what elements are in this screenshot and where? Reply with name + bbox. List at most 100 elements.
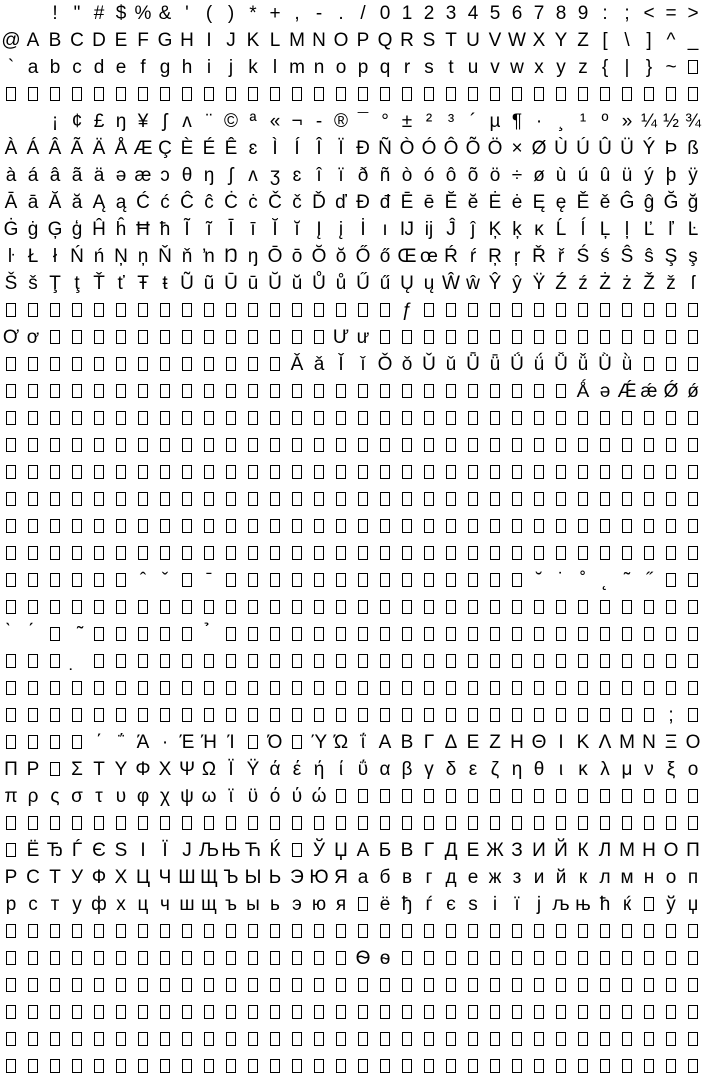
missing-glyph-box [462, 999, 484, 1026]
missing-glyph-box [660, 567, 682, 594]
missing-glyph-box [264, 594, 286, 621]
missing-glyph-box [528, 459, 550, 486]
glyph-cell: ǜ [621, 354, 633, 375]
glyph-cell: ÿ [688, 165, 698, 186]
missing-glyph-box [220, 540, 242, 567]
missing-glyph-box [132, 810, 154, 837]
missing-glyph-box [154, 945, 176, 972]
missing-glyph-box [462, 945, 484, 972]
glyph-row [0, 972, 704, 999]
missing-glyph-box [638, 621, 660, 648]
glyph-cell: ŋ [115, 111, 127, 132]
glyph-cell: Њ [221, 840, 241, 861]
glyph-cell: ľ [668, 219, 674, 240]
glyph-cell: І [140, 840, 146, 861]
missing-glyph-box [88, 405, 110, 432]
glyph-cell: б [379, 867, 391, 888]
missing-glyph-box [418, 567, 440, 594]
missing-glyph-box [154, 459, 176, 486]
glyph-cell: ʌ [182, 111, 192, 132]
glyph-cell: Ć [136, 192, 150, 213]
glyph-cell: ĺ [580, 219, 586, 240]
missing-glyph-box [22, 648, 44, 675]
missing-glyph-box [682, 702, 704, 729]
glyph-cell: ϋ [247, 786, 259, 807]
missing-glyph-box [396, 432, 418, 459]
missing-glyph-box [22, 729, 44, 756]
missing-glyph-box [176, 540, 198, 567]
glyph-cell: м [620, 867, 634, 888]
missing-glyph-box [572, 972, 594, 999]
missing-glyph-box [132, 972, 154, 999]
missing-glyph-box [528, 486, 550, 513]
missing-glyph-box [374, 918, 396, 945]
missing-glyph-box [550, 594, 572, 621]
glyph-cell: º [601, 111, 609, 132]
missing-glyph-box [396, 1026, 418, 1053]
glyph-cell: ° [381, 111, 389, 132]
glyph-cell: ˝ [645, 570, 653, 591]
glyph-cell: * [249, 3, 257, 24]
missing-glyph-box [528, 378, 550, 405]
missing-glyph-box [682, 459, 704, 486]
glyph-cell: ѕ [468, 894, 478, 915]
missing-glyph-box [88, 945, 110, 972]
glyph-cell: Ų [400, 273, 414, 294]
glyph-cell: r [403, 57, 411, 78]
missing-glyph-box [396, 810, 418, 837]
missing-glyph-box [528, 810, 550, 837]
glyph-cell: ς [50, 786, 60, 807]
glyph-cell: ι [558, 759, 564, 780]
missing-glyph-box [396, 81, 418, 108]
glyph-row: ̣ [0, 648, 704, 675]
missing-glyph-box [132, 918, 154, 945]
glyph-cell: Ġ [3, 219, 19, 240]
glyph-cell: 3 [445, 3, 457, 24]
missing-glyph-box [44, 918, 66, 945]
glyph-cell: ъ [225, 894, 237, 915]
glyph-cell: Ї [162, 840, 168, 861]
missing-glyph-box [110, 81, 132, 108]
missing-glyph-box [418, 648, 440, 675]
missing-glyph-box [660, 432, 682, 459]
missing-glyph-box [22, 486, 44, 513]
missing-glyph-box [176, 297, 198, 324]
glyph-cell: φ [136, 786, 150, 807]
glyph-cell: ǒ [401, 354, 413, 375]
glyph-cell: + [269, 3, 281, 24]
glyph-cell: ˙ [557, 570, 565, 591]
glyph-row [0, 432, 704, 459]
glyph-cell: Ó [421, 138, 437, 159]
missing-glyph-box [88, 297, 110, 324]
glyph-cell: Л [598, 840, 612, 861]
glyph-cell: д [445, 867, 457, 888]
missing-glyph-box [396, 999, 418, 1026]
glyph-cell: Ќ [269, 840, 281, 861]
glyph-cell: Ў [312, 840, 326, 861]
missing-glyph-box [308, 567, 330, 594]
missing-glyph-box [594, 783, 616, 810]
glyph-cell: T [445, 30, 457, 51]
missing-glyph-box [330, 513, 352, 540]
missing-glyph-box [374, 297, 396, 324]
missing-glyph-box [44, 972, 66, 999]
missing-glyph-box [682, 513, 704, 540]
missing-glyph-box [330, 783, 352, 810]
missing-glyph-box [22, 1053, 44, 1080]
missing-glyph-box [198, 459, 220, 486]
missing-glyph-box [484, 972, 506, 999]
glyph-cell: ц [137, 894, 149, 915]
missing-glyph-box [22, 513, 44, 540]
missing-glyph-box [286, 675, 308, 702]
glyph-cell: ď [335, 192, 347, 213]
glyph-cell: ¸ [557, 111, 565, 132]
missing-glyph-box [44, 324, 66, 351]
missing-glyph-box [616, 324, 638, 351]
glyph-cell: & [158, 3, 172, 24]
glyph-cell: π [4, 786, 18, 807]
glyph-cell: Ю [309, 867, 329, 888]
glyph-cell: ) [227, 3, 235, 24]
glyph-cell: н [643, 867, 655, 888]
glyph-cell: Я [334, 867, 348, 888]
glyph-cell: Ά [136, 732, 150, 753]
